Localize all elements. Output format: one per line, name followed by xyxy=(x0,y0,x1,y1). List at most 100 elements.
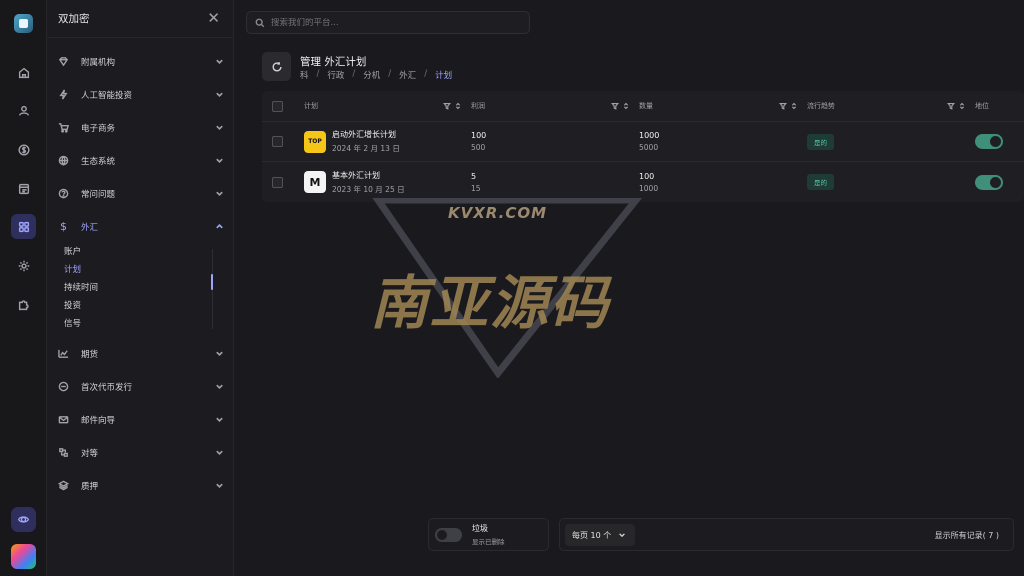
sidebar-item-affiliates[interactable]: 附属机构 xyxy=(47,45,234,78)
column-header-status: 地位 xyxy=(975,102,989,110)
theme-toggle-button[interactable] xyxy=(11,507,36,532)
sort-icon[interactable] xyxy=(790,102,798,110)
chevron-up-icon xyxy=(215,222,224,231)
chevron-down-icon xyxy=(215,481,224,490)
app-logo-icon[interactable] xyxy=(14,14,33,33)
amount-max: 5000 xyxy=(639,143,659,152)
sidebar-title: 双加密 xyxy=(58,13,90,25)
amount-min: 100 xyxy=(639,171,655,181)
plan-name: 基本外汇计划 xyxy=(332,170,380,180)
submenu-active-indicator xyxy=(211,274,213,290)
table-header: 计划 利润 数量 流行趋势 地位 xyxy=(262,91,1024,122)
search-input[interactable] xyxy=(271,17,511,28)
plan-date: 2024 年 2 月 13 日 xyxy=(332,144,400,153)
per-page-select[interactable]: 每页 10 个 xyxy=(565,524,636,546)
status-toggle[interactable] xyxy=(975,134,1003,149)
show-deleted-toggle[interactable] xyxy=(435,527,462,542)
chevron-down-icon xyxy=(215,349,224,358)
trend-badge: 是的 xyxy=(807,133,834,150)
sidebar-header: 双加密 ✕ xyxy=(47,0,233,38)
watermark-triangle xyxy=(372,198,643,378)
table-row[interactable]: M 基本外汇计划 2023 年 10 月 25 日 5 15 100 1000 … xyxy=(262,162,1024,202)
sidebar-item-faq[interactable]: 常问问题 xyxy=(47,177,234,210)
submenu-item-plans[interactable]: 计划 xyxy=(64,261,234,279)
submenu-item-accounts[interactable]: 账户 xyxy=(64,243,234,261)
breadcrumb-item[interactable]: 外汇 xyxy=(399,69,416,81)
profit-min: 100 xyxy=(471,131,487,140)
peer-icon xyxy=(57,446,70,459)
layers-icon xyxy=(57,479,70,492)
plan-date: 2023 年 10 月 25 日 xyxy=(332,184,405,194)
status-toggle[interactable] xyxy=(975,174,1003,190)
sort-icon[interactable] xyxy=(454,102,462,110)
sidebar-item-p2p[interactable]: 对等 xyxy=(47,436,234,469)
filter-icon[interactable] xyxy=(947,102,955,110)
sidebar-item-label: 首次代币发行 xyxy=(81,382,133,393)
column-header-plan: 计划 xyxy=(304,102,318,110)
sidebar-item-label: 电子商务 xyxy=(81,123,116,134)
watermark: KVXR.COM 南亚源码 xyxy=(368,198,668,378)
cart-icon xyxy=(57,121,70,134)
search-bar[interactable] xyxy=(246,11,530,34)
row-checkbox[interactable] xyxy=(272,176,283,188)
table-row[interactable]: TOP 启动外汇增长计划 2024 年 2 月 13 日 100 500 100… xyxy=(262,122,1024,162)
submenu-item-investments[interactable]: 投资 xyxy=(64,297,234,315)
puzzle-icon[interactable] xyxy=(11,292,36,317)
column-header-profit: 利润 xyxy=(471,102,485,110)
sidebar-item-ico[interactable]: 首次代币发行 xyxy=(47,370,234,403)
profit-max: 500 xyxy=(471,143,486,152)
breadcrumb-item[interactable]: 行政 xyxy=(327,69,344,81)
forex-submenu: 账户 计划 持续时间 投资 信号 xyxy=(47,243,234,337)
chevron-down-icon xyxy=(215,415,224,424)
ledger-icon[interactable] xyxy=(11,176,36,201)
filter-icon[interactable] xyxy=(779,102,787,110)
breadcrumb-item[interactable]: 科 xyxy=(300,69,309,81)
breadcrumb-current: 计划 xyxy=(435,71,453,81)
sidebar-item-label: 外汇 xyxy=(81,222,99,233)
user-icon[interactable] xyxy=(11,98,36,123)
sidebar-item-label: 期货 xyxy=(81,349,99,360)
icon-rail xyxy=(0,0,47,576)
column-controls xyxy=(947,102,966,110)
breadcrumb-item[interactable]: 分机 xyxy=(363,69,380,81)
user-avatar[interactable] xyxy=(11,544,36,569)
submenu-item-signals[interactable]: 信号 xyxy=(64,315,234,333)
submenu-item-durations[interactable]: 持续时间 xyxy=(64,279,234,297)
sidebar-item-futures[interactable]: 期货 xyxy=(47,337,234,370)
apps-grid-icon[interactable] xyxy=(11,214,36,239)
chevron-down-icon xyxy=(215,189,224,198)
sidebar-item-ecommerce[interactable]: 电子商务 xyxy=(47,111,234,144)
sidebar-item-forex[interactable]: $ 外汇 xyxy=(47,210,234,243)
trend-badge: 是的 xyxy=(807,174,834,190)
settings-gear-icon[interactable] xyxy=(11,253,36,278)
sidebar-item-mail-wizard[interactable]: 邮件向导 xyxy=(47,403,234,436)
filter-icon[interactable] xyxy=(443,102,451,110)
profit-max: 15 xyxy=(471,183,481,193)
sidebar-menu: 附属机构 人工智能投资 电子商务 生态系统 常问问题 $ 外汇 账户 计划 持续… xyxy=(47,45,234,502)
dollar-circle-icon[interactable] xyxy=(11,137,36,162)
sort-icon[interactable] xyxy=(958,102,966,110)
chevron-down-icon xyxy=(215,90,224,99)
pagination-bar: 每页 10 个 显示所有记录( 7 ) xyxy=(559,518,1014,551)
home-icon[interactable] xyxy=(11,60,36,85)
help-icon xyxy=(57,187,70,200)
coin-icon xyxy=(57,380,70,393)
refresh-icon xyxy=(271,61,282,71)
chevron-down-icon xyxy=(215,123,224,132)
dollar-icon: $ xyxy=(60,220,67,233)
bolt-icon xyxy=(57,88,70,101)
sort-icon[interactable] xyxy=(622,102,630,110)
sidebar-item-ecosystem[interactable]: 生态系统 xyxy=(47,144,234,177)
page-title: 管理 外汇计划 xyxy=(300,56,367,68)
sidebar-item-ai-invest[interactable]: 人工智能投资 xyxy=(47,78,234,111)
row-checkbox[interactable] xyxy=(272,136,283,147)
filter-icon[interactable] xyxy=(611,102,619,110)
sidebar: 双加密 ✕ 附属机构 人工智能投资 电子商务 生态系统 常问问题 $ 外汇 账户… xyxy=(47,0,234,576)
refresh-button[interactable] xyxy=(262,52,291,81)
close-icon[interactable]: ✕ xyxy=(207,11,220,26)
plan-logo-icon: TOP xyxy=(304,130,326,153)
select-all-checkbox[interactable] xyxy=(272,100,283,112)
per-page-value: 每页 10 个 xyxy=(572,530,612,540)
sidebar-item-label: 人工智能投资 xyxy=(81,90,133,101)
sidebar-item-staking[interactable]: 质押 xyxy=(47,469,234,502)
